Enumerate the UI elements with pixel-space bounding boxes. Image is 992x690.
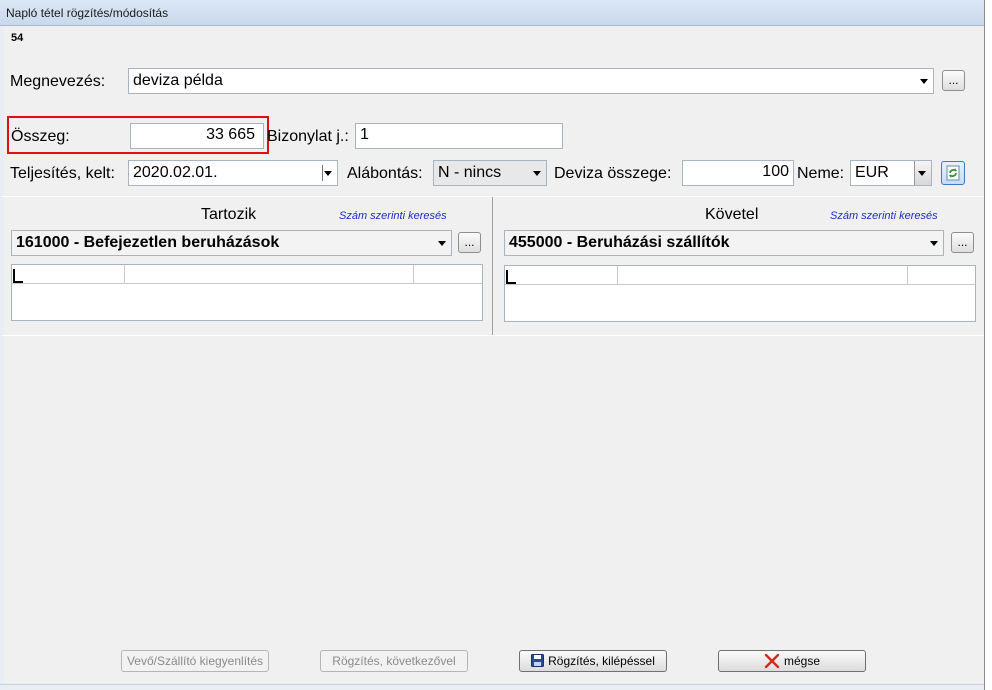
kovetel-title: Követel — [705, 206, 759, 223]
tartozik-browse-button[interactable]: ... — [458, 232, 481, 253]
alabontas-label: Alábontás: — [347, 165, 423, 182]
tartozik-grid-col — [124, 265, 125, 284]
calendar-dropdown-icon — [324, 171, 332, 176]
row-marker-icon — [13, 269, 23, 283]
teljesites-date-picker[interactable]: 2020.02.01. — [128, 160, 338, 186]
date-divider — [322, 165, 323, 181]
kovetel-account-select[interactable]: 455000 - Beruházási szállítók — [504, 230, 944, 256]
save-icon — [531, 654, 545, 667]
kovetel-browse-button[interactable]: ... — [951, 232, 974, 253]
rogzites-kilepessel-label: Rögzítés, kilépéssel — [548, 654, 655, 668]
chevron-down-icon — [930, 241, 938, 246]
chevron-down-icon — [918, 171, 926, 176]
megnevezes-value: deviza példa — [133, 72, 223, 89]
kovetel-account-value: 455000 - Beruházási szállítók — [509, 234, 730, 251]
alabontas-value: N - nincs — [438, 164, 502, 181]
vevo-szallito-kiegyenlites-button[interactable]: Vevő/Szállító kiegyenlítés — [121, 650, 269, 672]
deviza-osszege-input[interactable]: 100 — [682, 160, 794, 186]
rogzites-kovetkezovel-button[interactable]: Rögzítés, következővel — [320, 650, 468, 672]
megse-label: mégse — [783, 654, 821, 668]
cancel-x-icon — [764, 653, 780, 669]
kovetel-grid-col — [617, 266, 618, 285]
teljesites-label: Teljesítés, kelt: — [10, 165, 115, 182]
alabontas-select[interactable]: N - nincs — [433, 160, 547, 186]
osszeg-label: Összeg: — [11, 128, 70, 145]
deviza-osszege-label: Deviza összege: — [554, 165, 672, 182]
tartozik-account-value: 161000 - Befejezetlen beruházások — [16, 234, 280, 251]
chevron-down-icon — [533, 171, 541, 176]
section-divider-bottom — [2, 335, 984, 336]
record-number: 54 — [11, 32, 24, 44]
tartozik-grid[interactable] — [11, 264, 483, 321]
chevron-down-icon — [920, 79, 928, 84]
tartozik-title: Tartozik — [201, 206, 257, 223]
window-left-frame — [0, 26, 4, 690]
rogzites-kilepessel-button[interactable]: Rögzítés, kilépéssel — [519, 650, 667, 672]
panel-divider — [492, 197, 493, 335]
megnevezes-combo[interactable]: deviza példa — [128, 68, 934, 94]
kovetel-grid[interactable] — [504, 265, 976, 322]
refresh-icon — [946, 165, 960, 181]
tartozik-grid-col — [413, 265, 414, 284]
megnevezes-browse-button[interactable]: ... — [942, 70, 965, 91]
neme-label: Neme: — [797, 165, 845, 182]
section-divider-top — [2, 196, 984, 197]
chevron-down-icon — [438, 241, 446, 246]
row-marker-icon — [506, 270, 516, 284]
tartozik-account-select[interactable]: 161000 - Befejezetlen beruházások — [11, 230, 452, 256]
kovetel-grid-col — [907, 266, 908, 285]
kovetel-search-link[interactable]: Szám szerinti keresés — [830, 210, 938, 222]
window-title: Napló tétel rögzítés/módosítás — [0, 0, 984, 26]
kovetel-grid-header — [505, 266, 975, 285]
tartozik-grid-header — [12, 265, 482, 284]
bizonylat-input[interactable]: 1 — [355, 123, 563, 149]
window-bottom-frame — [0, 684, 984, 690]
megnevezes-label: Megnevezés: — [10, 73, 106, 90]
neme-select[interactable]: EUR — [850, 160, 932, 186]
tartozik-search-link[interactable]: Szám szerinti keresés — [339, 210, 447, 222]
window-right-edge — [984, 0, 992, 690]
refresh-rate-button[interactable] — [941, 161, 965, 185]
teljesites-value: 2020.02.01. — [133, 164, 218, 181]
bizonylat-label: Bizonylat j.: — [267, 128, 349, 145]
osszeg-input[interactable]: 33 665 — [130, 123, 264, 149]
neme-value: EUR — [855, 164, 889, 181]
megse-button[interactable]: mégse — [718, 650, 866, 672]
